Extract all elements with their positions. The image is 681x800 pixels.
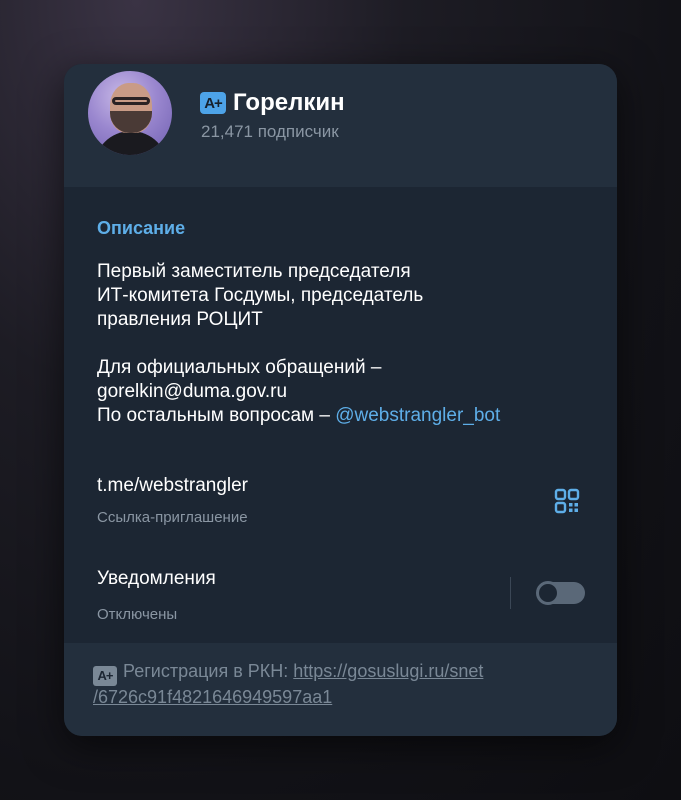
channel-header: A+ Горелкин 21,471 подписчик (64, 64, 617, 187)
description-line: правления РОЦИТ (97, 309, 263, 330)
description-gap (97, 332, 597, 356)
email-text: gorelkin@duma.gov.ru (97, 381, 288, 402)
description-prefix: По остальным вопросам – (97, 405, 336, 426)
rkn-badge-icon: A+ (93, 666, 117, 686)
description-line: ИТ-комитета Госдумы, председатель (97, 285, 424, 306)
avatar-beard (110, 111, 152, 133)
notifications-label: Уведомления (97, 568, 216, 589)
avatar-shirt (94, 131, 168, 155)
channel-title: Горелкин (233, 89, 345, 116)
rkn-link-continued[interactable]: /6726c91f4821646949597aa1 (93, 687, 332, 707)
notifications-toggle[interactable] (536, 581, 585, 605)
subscriber-count: 21,471 подписчик (201, 122, 339, 141)
channel-info-card: A+ Горелкин 21,471 подписчик Описание Пе… (64, 64, 617, 736)
rkn-prefix: Регистрация в РКН: (123, 661, 294, 681)
channel-title-row: A+ Горелкин (200, 88, 345, 118)
description-label: Описание (97, 218, 186, 238)
description-line: Первый заместитель председателя (97, 261, 411, 282)
toggle-knob (536, 581, 560, 605)
qr-code-icon[interactable] (554, 488, 580, 514)
invite-link-label: Ссылка-приглашение (97, 509, 248, 526)
rkn-link[interactable]: https://gosuslugi.ru/snet (293, 661, 483, 681)
bot-mention-link[interactable]: @webstrangler_bot (335, 405, 500, 426)
rkn-footer: A+ Регистрация в РКН: https://gosuslugi.r… (64, 643, 617, 736)
description-line: Для официальных обращений – (97, 357, 382, 378)
verified-badge-icon: A+ (200, 92, 226, 114)
description-line: По остальным вопросам – @webstrangler_bo… (97, 404, 597, 428)
rkn-registration-text: A+ Регистрация в РКН: https://gosuslugi.r… (93, 660, 593, 709)
notifications-state: Отключены (97, 606, 178, 623)
invite-link[interactable]: t.me/webstrangler (97, 475, 248, 497)
invite-link-row[interactable]: t.me/webstrangler Ссылка-приглашение (97, 475, 248, 526)
vertical-divider (510, 577, 511, 609)
channel-description: Первый заместитель председателя ИТ-комит… (97, 260, 597, 428)
channel-avatar[interactable] (88, 71, 172, 155)
avatar-glasses (112, 97, 150, 105)
